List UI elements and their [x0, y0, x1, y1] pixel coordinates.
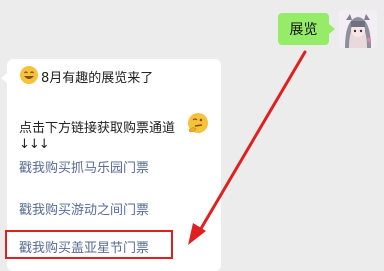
outgoing-message-text: 展览 — [289, 22, 318, 38]
smile-emoji-icon — [20, 66, 38, 84]
ticket-link-1[interactable]: 戳我购买抓马乐园门票 — [19, 157, 149, 176]
message-title: 8月有趣的展览来了 — [41, 71, 154, 86]
down-arrows-text: ↓↓↓ — [19, 137, 50, 152]
thinking-emoji-icon — [188, 113, 208, 133]
message-instruction: 点击下方链接获取购票通道 — [19, 121, 176, 136]
avatar-illustration — [339, 10, 377, 48]
outgoing-message-bubble[interactable]: 展览 — [278, 13, 335, 45]
user-avatar[interactable] — [339, 10, 377, 48]
highlight-box — [5, 230, 173, 259]
ticket-link-2[interactable]: 戳我购买游动之间门票 — [19, 199, 149, 218]
